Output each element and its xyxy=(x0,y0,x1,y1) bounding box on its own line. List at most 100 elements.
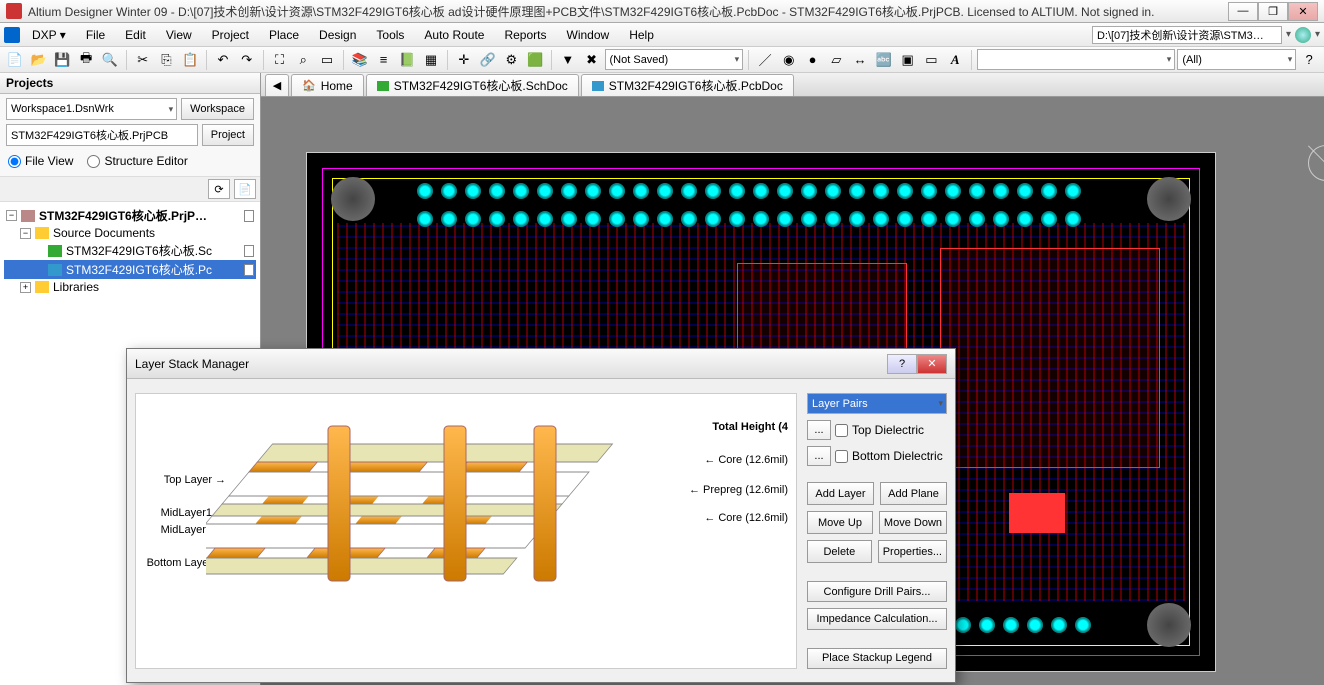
via-icon[interactable]: ◉ xyxy=(778,49,800,71)
cut-icon[interactable]: ✂ xyxy=(132,49,154,71)
tree-libraries[interactable]: + Libraries xyxy=(4,279,256,295)
filter-scope-combo[interactable] xyxy=(977,49,1175,70)
tab-home[interactable]: 🏠 Home xyxy=(291,74,364,96)
room-icon[interactable]: ▭ xyxy=(921,49,943,71)
menu-edit[interactable]: Edit xyxy=(115,25,156,45)
project-input[interactable] xyxy=(6,124,198,146)
add-layer-button[interactable]: Add Layer xyxy=(807,482,874,505)
pad-icon[interactable]: ● xyxy=(802,49,824,71)
clear-icon[interactable]: ✖ xyxy=(581,49,603,71)
properties-button[interactable]: Properties... xyxy=(878,540,947,563)
dialog-controls: Layer Pairs ...Top Dielectric ...Bottom … xyxy=(807,393,947,669)
menu-window[interactable]: Window xyxy=(557,25,620,45)
preview-icon[interactable]: 🔍 xyxy=(99,49,121,71)
top-dielectric-props[interactable]: ... xyxy=(807,420,831,440)
dim-icon[interactable]: ↔ xyxy=(849,49,871,71)
dialog-close-button[interactable]: ✕ xyxy=(917,354,947,374)
dialog-help-button[interactable]: ? xyxy=(887,354,917,374)
menu-autoroute[interactable]: Auto Route xyxy=(414,25,494,45)
lib-icon[interactable]: 📗 xyxy=(396,49,418,71)
stack-style-combo[interactable]: Layer Pairs xyxy=(807,393,947,414)
layer-stack-manager-dialog: Layer Stack Manager ? ✕ Top Layer MidLay… xyxy=(126,348,956,683)
open-icon[interactable]: 📂 xyxy=(28,49,50,71)
layers-icon[interactable]: ≡ xyxy=(373,49,395,71)
folder-icon xyxy=(35,227,49,239)
filter-icon[interactable]: ▼ xyxy=(557,49,579,71)
configure-drill-pairs-button[interactable]: Configure Drill Pairs... xyxy=(807,581,947,602)
add-plane-button[interactable]: Add Plane xyxy=(880,482,947,505)
tab-pcb[interactable]: STM32F429IGT6核心板.PcbDoc xyxy=(581,74,794,96)
tree-source-documents[interactable]: − Source Documents xyxy=(4,225,256,241)
maximize-button[interactable]: ❐ xyxy=(1258,2,1288,21)
menu-file[interactable]: File xyxy=(76,25,115,45)
path-dropdown-icon[interactable]: ▾ xyxy=(1286,29,1291,40)
undo-icon[interactable]: ↶ xyxy=(212,49,234,71)
menu-design[interactable]: Design xyxy=(309,25,366,45)
zoom-fit-icon[interactable]: ⛶ xyxy=(269,49,291,71)
tree-project-root[interactable]: − STM32F429IGT6核心板.PrjP… xyxy=(4,206,256,225)
poly-icon[interactable]: ▱ xyxy=(825,49,847,71)
tab-schematic[interactable]: STM32F429IGT6核心板.SchDoc xyxy=(366,74,579,96)
menu-tools[interactable]: Tools xyxy=(366,25,414,45)
menu-help[interactable]: Help xyxy=(619,25,664,45)
zoom-area-icon[interactable]: ⌕ xyxy=(292,49,314,71)
menu-reports[interactable]: Reports xyxy=(494,25,556,45)
menu-view[interactable]: View xyxy=(156,25,202,45)
workspace-button[interactable]: Workspace xyxy=(181,98,254,120)
bottom-dielectric-check[interactable] xyxy=(835,450,848,463)
tree-pcb-doc[interactable]: STM32F429IGT6核心板.Pc xyxy=(4,260,256,279)
workspace-combo[interactable]: Workspace1.DsnWrk xyxy=(6,98,177,120)
saved-combo[interactable]: (Not Saved) xyxy=(605,49,744,70)
file-view-radio[interactable]: File View xyxy=(8,154,73,168)
move-up-button[interactable]: Move Up xyxy=(807,511,873,534)
filter-all-combo[interactable]: (All) xyxy=(1177,49,1296,70)
impedance-calculation-button[interactable]: Impedance Calculation... xyxy=(807,608,947,629)
nav-dropdown-icon[interactable]: ▾ xyxy=(1315,29,1320,40)
stack-illustration: Top Layer MidLayer1 MidLayer2 Bottom Lay… xyxy=(135,393,797,669)
paste-icon[interactable]: 📋 xyxy=(179,49,201,71)
project-button[interactable]: Project xyxy=(202,124,254,146)
browse-icon[interactable]: 📚 xyxy=(349,49,371,71)
refresh-icon[interactable]: ⟳ xyxy=(208,179,230,199)
tab-nav-back[interactable]: ◀ xyxy=(265,74,289,96)
window-title-bar: Altium Designer Winter 09 - D:\[07]技术创新\… xyxy=(0,0,1324,23)
nav-button[interactable] xyxy=(1295,27,1311,43)
tree-schematic-doc[interactable]: STM32F429IGT6核心板.Sc xyxy=(4,241,256,260)
structure-editor-radio[interactable]: Structure Editor xyxy=(87,154,187,168)
expander-icon[interactable]: − xyxy=(20,228,31,239)
dxp-icon xyxy=(4,27,20,43)
cross-probe-icon[interactable]: ✛ xyxy=(453,49,475,71)
save-icon[interactable]: 💾 xyxy=(52,49,74,71)
bottom-dielectric-props[interactable]: ... xyxy=(807,446,831,466)
3d-icon[interactable]: ▦ xyxy=(420,49,442,71)
top-dielectric-check[interactable] xyxy=(835,424,848,437)
update-icon[interactable]: 🔗 xyxy=(477,49,499,71)
expander-icon[interactable]: + xyxy=(20,282,31,293)
options-icon[interactable]: 📄 xyxy=(234,179,256,199)
dialog-title-bar[interactable]: Layer Stack Manager ? ✕ xyxy=(127,349,955,379)
menu-project[interactable]: Project xyxy=(202,25,259,45)
expander-icon[interactable]: − xyxy=(6,210,17,221)
delete-button[interactable]: Delete xyxy=(807,540,872,563)
line-icon[interactable]: ／ xyxy=(754,49,776,71)
place-stackup-legend-button[interactable]: Place Stackup Legend xyxy=(807,648,947,669)
menu-dxp[interactable]: DXP ▾ xyxy=(22,25,76,45)
new-icon[interactable]: 📄 xyxy=(4,49,26,71)
project-icon xyxy=(21,210,35,222)
move-down-button[interactable]: Move Down xyxy=(879,511,947,534)
copy-icon[interactable]: ⎘ xyxy=(156,49,178,71)
label-bottom-dielectric: Bottom Dielectric xyxy=(852,449,943,463)
minimize-button[interactable]: — xyxy=(1228,2,1258,21)
text-icon[interactable]: A xyxy=(944,49,966,71)
comp-icon[interactable]: ▣ xyxy=(897,49,919,71)
help-icon[interactable]: ? xyxy=(1298,49,1320,71)
menu-place[interactable]: Place xyxy=(259,25,309,45)
zoom-select-icon[interactable]: ▭ xyxy=(316,49,338,71)
board-icon[interactable]: 🟩 xyxy=(524,49,546,71)
compile-icon[interactable]: ⚙ xyxy=(500,49,522,71)
close-button[interactable]: ✕ xyxy=(1288,2,1318,21)
print-icon[interactable]: 🖶 xyxy=(75,49,97,71)
string-icon[interactable]: 🔤 xyxy=(873,49,895,71)
redo-icon[interactable]: ↷ xyxy=(236,49,258,71)
path-input[interactable] xyxy=(1092,26,1282,44)
